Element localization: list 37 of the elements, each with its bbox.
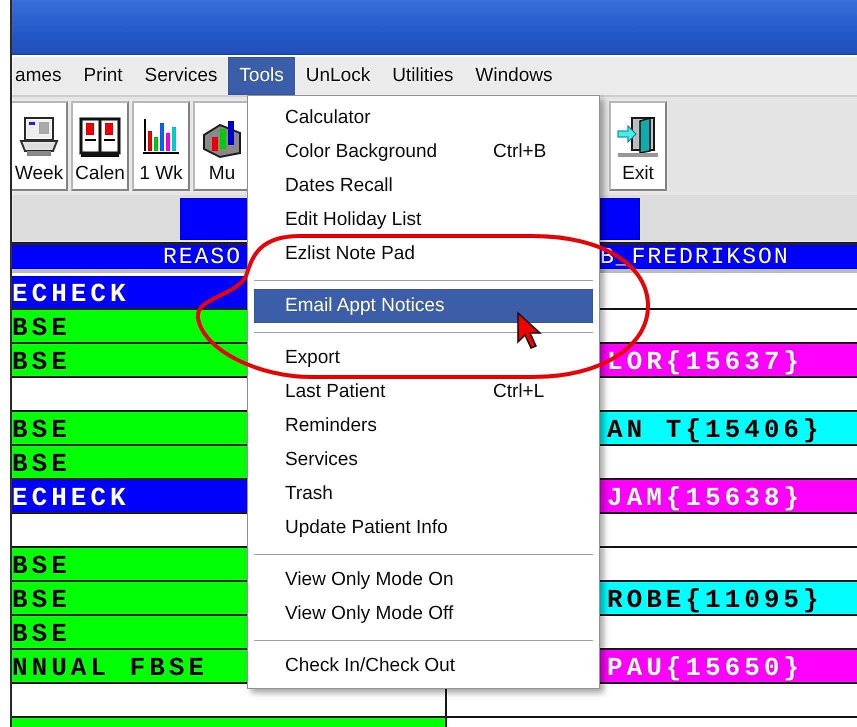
menu-item-label: Export [285,347,341,369]
menu-item-label: Last Patient [285,381,386,403]
toolbar-button[interactable]: 1 Wk [132,101,190,191]
menu-item[interactable]: Ezlist Note Pad [254,237,593,271]
printer-icon [17,115,61,159]
menu-item-label: Edit Holiday List [285,209,422,231]
column-header: REASO [163,246,242,269]
menu-item[interactable]: Color Background Ctrl+B [254,135,593,169]
menu-item-label: Calculator [285,107,372,129]
menu-title[interactable]: ames [12,57,72,95]
mouse-pointer-icon [517,311,542,349]
menu-item-label: Services [285,449,359,471]
menu-title[interactable]: UnLock [294,57,382,95]
toolbar-button[interactable]: Exit [609,101,667,191]
menu-title[interactable]: Windows [464,57,564,95]
menu-item-label: Trash [285,483,334,505]
shortcut-label: Ctrl+B [493,141,546,163]
menu-title[interactable]: Tools [228,57,295,95]
menu-title[interactable]: Utilities [381,57,464,95]
menu-item-label: Ezlist Note Pad [285,243,416,265]
toolbar-button[interactable]: Week [12,101,68,191]
toolbar-button[interactable]: Calen [71,101,129,191]
calendar-icon [78,115,122,159]
menu-title[interactable]: Services [134,57,228,95]
menu-item-label: Reminders [285,415,378,437]
menu-item-label: Color Background [285,141,438,163]
menu-item[interactable]: Email Appt Notices [254,289,593,323]
door-exit-icon [616,115,660,159]
menu-title[interactable]: Print [72,57,134,95]
menu-item[interactable]: Calculator [254,101,593,135]
menu-item[interactable]: Edit Holiday List [254,203,593,237]
menu-item[interactable]: Update Patient Info [254,511,593,545]
menu-item[interactable]: Last Patient Ctrl+L [254,375,593,409]
menu-item[interactable]: Dates Recall [254,169,593,203]
menu-item-label: Dates Recall [285,175,394,197]
shortcut-label: Ctrl+L [493,381,544,403]
menu-item-label: Update Patient Info [285,517,449,539]
